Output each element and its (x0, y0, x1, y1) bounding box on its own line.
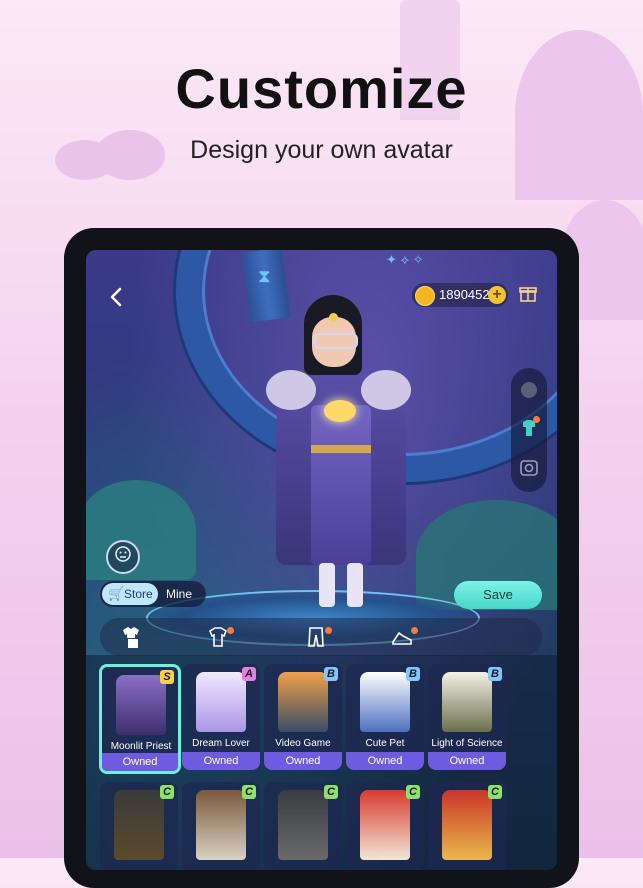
coin-icon (415, 286, 435, 306)
category-tabs (100, 618, 542, 656)
item-card-dream-lover[interactable]: A Dream Lover Owned (182, 664, 260, 770)
owned-status: Owned (346, 752, 424, 770)
chevron-left-icon (110, 287, 122, 307)
avatar-leg (319, 563, 335, 607)
grade-badge: A (242, 667, 256, 681)
owned-status: Owned (102, 753, 178, 771)
grade-badge: S (160, 670, 174, 684)
item-name: Cute Pet (365, 738, 405, 749)
outfit-thumbnail (360, 672, 410, 732)
grade-badge: C (324, 785, 338, 799)
item-card-light-of-science[interactable]: B Light of Science Owned (428, 664, 506, 770)
avatar-circlet-gem (329, 313, 338, 322)
avatar-fur (361, 370, 411, 410)
avatar-glasses (314, 333, 358, 349)
item-card[interactable]: C (428, 782, 506, 870)
photo-icon (520, 460, 538, 476)
item-card[interactable]: C (346, 782, 424, 870)
tab-bottoms[interactable] (302, 625, 332, 649)
face-emote-icon (115, 546, 131, 562)
mine-tab[interactable]: Mine (166, 581, 192, 607)
item-card[interactable]: C (182, 782, 260, 870)
page-title: Customize (175, 57, 468, 120)
view-side-panel (511, 368, 547, 492)
outfit-icon[interactable] (519, 416, 540, 438)
outfit-thumbnail (360, 790, 410, 860)
outfit-thumbnail (114, 790, 164, 860)
notification-dot (533, 416, 540, 423)
store-label: Store (124, 587, 153, 601)
tab-top[interactable] (204, 625, 234, 649)
avatar-preview[interactable] (266, 295, 416, 615)
hourglass-glyph: ⧗ (258, 266, 271, 286)
head-silhouette-icon (521, 382, 537, 398)
add-coins-button[interactable]: + (488, 286, 506, 304)
hair-icon[interactable] (519, 380, 539, 400)
page-subtitle: Design your own avatar (190, 136, 453, 164)
gift-icon (519, 287, 537, 302)
notification-dot (411, 627, 418, 634)
cart-icon: 🛒 (108, 586, 125, 601)
grade-badge: C (488, 785, 502, 799)
outfit-thumbnail (116, 675, 166, 735)
coin-balance: 1890452 + (412, 283, 508, 307)
grade-badge: B (324, 667, 338, 681)
item-name: Video Game (275, 738, 331, 749)
outfit-thumbnail (278, 790, 328, 860)
item-card[interactable]: C (264, 782, 342, 870)
outfit-thumbnail (442, 790, 492, 860)
gift-button[interactable] (516, 283, 540, 307)
item-name: Light of Science (431, 738, 503, 749)
outfit-set-icon (123, 627, 139, 648)
avatar-leg (347, 563, 363, 607)
outfit-thumbnail (278, 672, 328, 732)
outfit-thumbnail (442, 672, 492, 732)
save-button[interactable]: Save (454, 581, 542, 609)
foliage (86, 480, 196, 580)
grade-badge: C (242, 785, 256, 799)
item-card[interactable]: C (100, 782, 178, 870)
notification-dot (325, 627, 332, 634)
tab-shoes[interactable] (388, 625, 418, 649)
app-screen: ✦ ⟡ ✧ ⧗ 1890452 + 🛒 Store Mine Save S Mo… (86, 250, 557, 870)
item-name: Dream Lover (192, 738, 250, 749)
back-button[interactable] (104, 284, 130, 310)
avatar-glowing-hands (324, 400, 356, 422)
store-mine-toggle: 🛒 Store Mine (100, 581, 206, 607)
item-name: Moonlit Priest (110, 741, 172, 752)
tablet-frame: ✦ ⟡ ✧ ⧗ 1890452 + 🛒 Store Mine Save S Mo… (64, 228, 579, 888)
camera-icon[interactable] (519, 458, 539, 478)
avatar-robe (311, 405, 371, 565)
tab-outfit-set[interactable] (118, 625, 146, 649)
avatar-fur (266, 370, 316, 410)
owned-status: Owned (182, 752, 260, 770)
owned-status: Owned (264, 752, 342, 770)
coin-amount: 1890452 (439, 287, 490, 302)
item-card-moonlit-priest[interactable]: S Moonlit Priest Owned (99, 664, 181, 774)
item-card-cute-pet[interactable]: B Cute Pet Owned (346, 664, 424, 770)
item-card-video-game[interactable]: B Video Game Owned (264, 664, 342, 770)
grade-badge: C (406, 785, 420, 799)
emote-button[interactable] (106, 540, 140, 574)
outfit-thumbnail (196, 790, 246, 860)
grade-badge: B (488, 667, 502, 681)
notification-dot (227, 627, 234, 634)
outfit-thumbnail (196, 672, 246, 732)
owned-status: Owned (428, 752, 506, 770)
grade-badge: C (160, 785, 174, 799)
store-tab[interactable]: 🛒 Store (102, 583, 158, 605)
avatar-belt (311, 445, 371, 453)
rune-glyph: ✦ ⟡ ✧ (386, 252, 424, 267)
grade-badge: B (406, 667, 420, 681)
